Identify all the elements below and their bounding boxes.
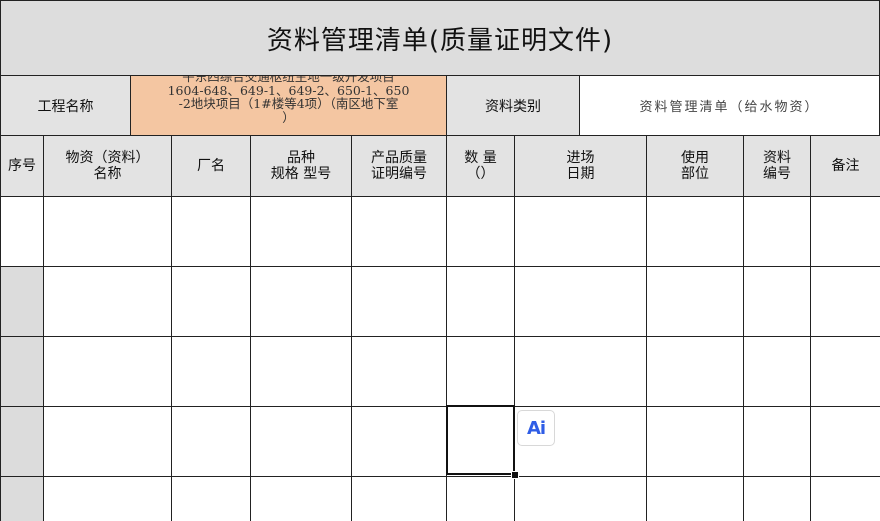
table-cell[interactable]: [446, 336, 515, 407]
column-header-line2: 编号: [763, 166, 791, 182]
table-cell[interactable]: [250, 476, 352, 521]
column-header-4[interactable]: 产品质量 证明编号: [351, 135, 447, 197]
table-cell[interactable]: [351, 476, 447, 521]
row-number-cell[interactable]: [0, 336, 44, 407]
row-number-cell[interactable]: [0, 266, 44, 337]
column-header-7[interactable]: 使用 部位: [646, 135, 744, 197]
table-cell[interactable]: [250, 406, 352, 477]
spreadsheet: 资料管理清单(质量证明文件) 工程名称 平东四综合交通枢纽主地一级开发项目 16…: [0, 0, 880, 521]
table-cell[interactable]: [171, 266, 251, 337]
category-value[interactable]: 资料管理清单（给水物资）: [579, 75, 880, 136]
row-number-cell[interactable]: [0, 406, 44, 477]
column-header-9[interactable]: 备注: [810, 135, 880, 197]
table-cell[interactable]: [43, 266, 172, 337]
column-header-line1: 序号: [8, 158, 36, 174]
column-header-8[interactable]: 资料 编号: [743, 135, 811, 197]
project-name-label[interactable]: 工程名称: [0, 75, 131, 136]
column-header-line2: 规格 型号: [270, 166, 332, 182]
column-header-line2: 名称: [93, 166, 122, 182]
column-header-6[interactable]: 进场 日期: [514, 135, 647, 197]
column-header-line1: 物资（资料）: [65, 150, 150, 166]
table-cell[interactable]: [446, 196, 515, 267]
table-cell[interactable]: [810, 336, 880, 407]
ai-assistant-icon: Ai: [526, 417, 546, 439]
row-number-cell[interactable]: [0, 476, 44, 521]
ai-assistant-button[interactable]: Ai: [517, 410, 555, 446]
table-cell[interactable]: [743, 336, 811, 407]
table-cell[interactable]: [810, 406, 880, 477]
table-cell[interactable]: [810, 476, 880, 521]
table-cell[interactable]: [43, 196, 172, 267]
column-header-line1: 进场: [566, 150, 595, 166]
column-header-line1: 数 量: [464, 150, 497, 166]
table-cell[interactable]: [743, 406, 811, 477]
column-header-1[interactable]: 物资（资料） 名称: [43, 135, 172, 197]
table-cell[interactable]: [171, 336, 251, 407]
table-cell[interactable]: [646, 196, 744, 267]
sheet-title[interactable]: 资料管理清单(质量证明文件): [0, 0, 880, 76]
column-header-line1: 使用: [681, 150, 709, 166]
table-cell[interactable]: [646, 406, 744, 477]
table-cell[interactable]: [446, 476, 515, 521]
table-cell[interactable]: [810, 266, 880, 337]
table-cell[interactable]: [743, 196, 811, 267]
column-header-line2: 证明编号: [371, 166, 427, 182]
fill-handle[interactable]: [511, 471, 519, 479]
table-cell[interactable]: [351, 266, 447, 337]
table-cell[interactable]: [514, 476, 647, 521]
column-header-line1: 备注: [831, 158, 860, 174]
data-grid: [0, 196, 880, 521]
column-header-line1: 产品质量: [371, 150, 427, 166]
table-cell[interactable]: [646, 476, 744, 521]
table-cell[interactable]: [171, 406, 251, 477]
table-cell[interactable]: [43, 336, 172, 407]
table-cell[interactable]: [743, 266, 811, 337]
project-name-value[interactable]: 平东四综合交通枢纽主地一级开发项目 1604-648、649-1、649-2、6…: [130, 75, 447, 136]
column-header-line2: 部位: [681, 166, 709, 182]
column-header-line2: （）: [466, 166, 495, 182]
table-cell[interactable]: [351, 336, 447, 407]
column-header-2[interactable]: 厂名: [171, 135, 251, 197]
table-cell[interactable]: [171, 196, 251, 267]
table-cell[interactable]: [646, 336, 744, 407]
table-cell[interactable]: [646, 266, 744, 337]
table-cell[interactable]: [250, 196, 352, 267]
table-cell[interactable]: [446, 266, 515, 337]
column-header-line1: 资料: [763, 150, 791, 166]
column-header-5[interactable]: 数 量（）: [446, 135, 515, 197]
column-header-line1: 品种: [287, 150, 315, 166]
table-cell[interactable]: [250, 266, 352, 337]
table-cell[interactable]: [171, 476, 251, 521]
table-cell[interactable]: [743, 476, 811, 521]
column-header-line2: 日期: [566, 166, 595, 182]
row-number-cell[interactable]: [0, 196, 44, 267]
table-cell[interactable]: [810, 196, 880, 267]
table-cell[interactable]: [43, 406, 172, 477]
column-header-3[interactable]: 品种 规格 型号: [250, 135, 352, 197]
table-cell[interactable]: [514, 266, 647, 337]
project-name-text: 平东四综合交通枢纽主地一级开发项目 1604-648、649-1、649-2、6…: [167, 75, 410, 125]
table-cell[interactable]: [250, 336, 352, 407]
table-cell[interactable]: [514, 336, 647, 407]
table-cell[interactable]: [351, 406, 447, 477]
category-label[interactable]: 资料类别: [446, 75, 580, 136]
selected-cell[interactable]: [446, 405, 515, 475]
column-header-line1: 厂名: [197, 158, 225, 174]
column-header-0[interactable]: 序号: [0, 135, 44, 197]
table-cell[interactable]: [43, 476, 172, 521]
table-cell[interactable]: [351, 196, 447, 267]
table-cell[interactable]: [514, 196, 647, 267]
